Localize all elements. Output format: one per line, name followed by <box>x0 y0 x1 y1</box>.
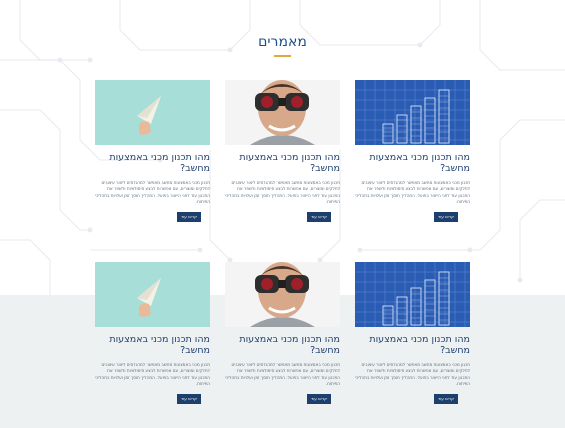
man-with-binoculars-image <box>225 262 340 327</box>
read-more-button[interactable]: קראו עוד <box>177 394 201 404</box>
article-excerpt: תכנון מכני באמצעות מחשב מאפשר למהנדסים ל… <box>355 180 470 205</box>
section-title: מאמרים <box>258 34 307 50</box>
paper-plane-image <box>95 262 210 327</box>
article-card[interactable]: מהו תכנון מכני באמצעות מחשב? תכנון מכני … <box>355 262 470 407</box>
section-title-underline <box>274 55 291 57</box>
article-card[interactable]: מהו תכנון מכני באמצעות מחשב? תכנון מכני … <box>95 262 210 407</box>
article-title[interactable]: מהו תכנון מכני באמצעות מחשב? <box>95 152 210 174</box>
article-card[interactable]: מהו תכנון מכני באמצעות מחשב? תכנון מכני … <box>355 80 470 223</box>
article-card[interactable]: מהו תכנון מכני באמצעות מחשב? תכנון מכני … <box>225 262 340 407</box>
article-excerpt: תכנון מכני באמצעות מחשב מאפשר למהנדסים ל… <box>355 362 470 387</box>
blueprint-building-image <box>355 262 470 327</box>
article-title[interactable]: מהו תכנון מכני באמצעות מחשב? <box>355 334 470 356</box>
article-excerpt: תכנון מכני באמצעות מחשב מאפשר למהנדסים ל… <box>95 362 210 387</box>
article-title[interactable]: מהו תכנון מכני באמצעות מחשב? <box>95 334 210 356</box>
article-excerpt: תכנון מכני באמצעות מחשב מאפשר למהנדסים ל… <box>225 362 340 387</box>
read-more-button[interactable]: קראו עוד <box>434 394 458 404</box>
article-excerpt: תכנון מכני באמצעות מחשב מאפשר למהנדסים ל… <box>225 180 340 205</box>
blueprint-building-image <box>355 80 470 145</box>
article-card[interactable]: מהו תכנון מכני באמצעות מחשב? תכנון מכני … <box>95 80 210 223</box>
man-with-binoculars-image <box>225 80 340 145</box>
article-card[interactable]: מהו תכנון מכני באמצעות מחשב? תכנון מכני … <box>225 80 340 223</box>
read-more-button[interactable]: קראו עוד <box>307 212 331 222</box>
article-title[interactable]: מהו תכנון מכני באמצעות מחשב? <box>355 152 470 174</box>
read-more-button[interactable]: קראו עוד <box>307 394 331 404</box>
read-more-button[interactable]: קראו עוד <box>177 212 201 222</box>
article-excerpt: תכנון מכני באמצעות מחשב מאפשר למהנדסים ל… <box>95 180 210 205</box>
article-title[interactable]: מהו תכנון מכני באמצעות מחשב? <box>225 152 340 174</box>
paper-plane-image <box>95 80 210 145</box>
article-title[interactable]: מהו תכנון מכני באמצעות מחשב? <box>225 334 340 356</box>
read-more-button[interactable]: קראו עוד <box>434 212 458 222</box>
